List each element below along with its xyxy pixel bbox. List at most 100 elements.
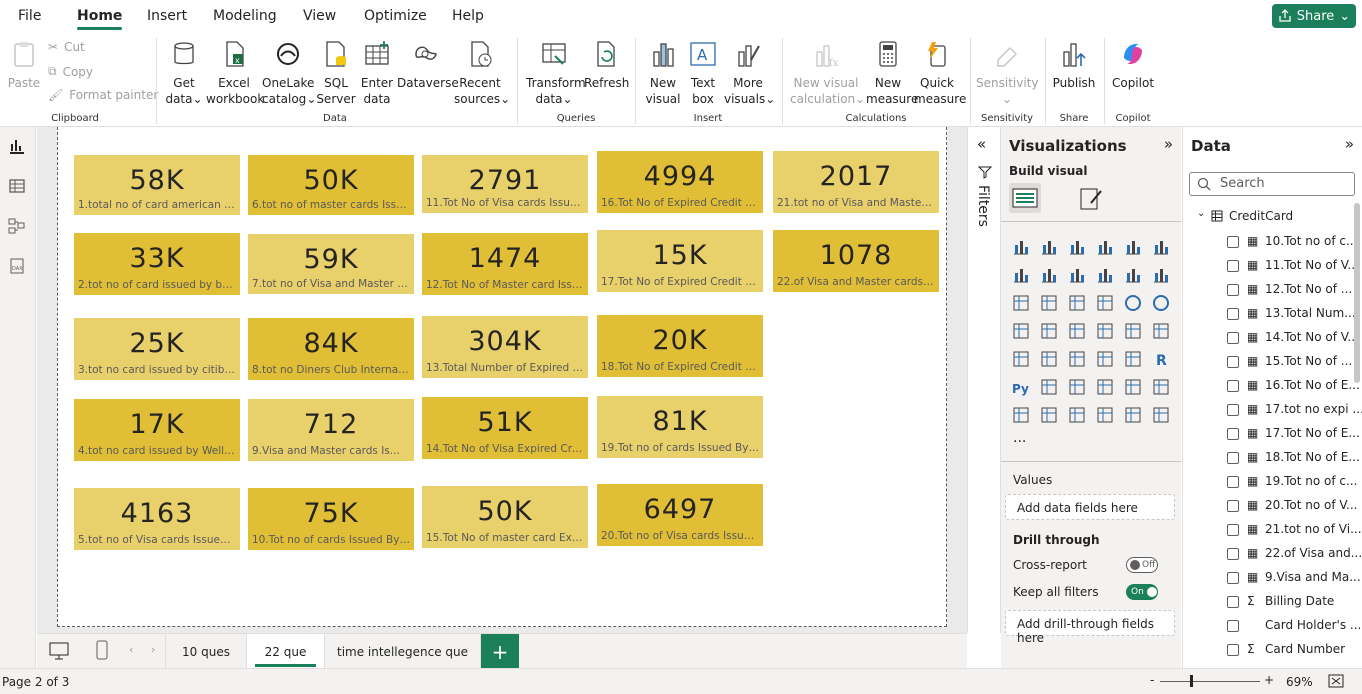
card-visual[interactable]: 58K 1.total no of card american exp... bbox=[74, 155, 240, 215]
tab-10-ques[interactable]: 10 ques bbox=[165, 634, 247, 669]
transform-data-button[interactable]: Transform data⌄ bbox=[526, 40, 586, 107]
copilot-button[interactable]: Copilot bbox=[1110, 40, 1156, 91]
card-visual[interactable]: 50K 6.tot no of master cards Issued... bbox=[248, 155, 414, 215]
filters-pane-collapsed[interactable]: « Filters bbox=[967, 127, 1001, 633]
card-visual[interactable]: 15K 17.Tot No of Expired Credit car... bbox=[597, 230, 763, 292]
python-visual-icon[interactable]: Py bbox=[1011, 377, 1031, 397]
card-visual[interactable]: 17K 4.tot no card issued by Wells F... bbox=[74, 399, 240, 461]
card-new-icon[interactable] bbox=[1039, 405, 1059, 425]
card-visual[interactable]: 33K 2.tot no of card issued by bank... bbox=[74, 233, 240, 295]
field-checkbox[interactable] bbox=[1227, 332, 1239, 344]
donut-chart-icon[interactable] bbox=[1151, 293, 1171, 313]
field-checkbox[interactable] bbox=[1227, 428, 1239, 440]
field-checkbox[interactable] bbox=[1227, 404, 1239, 416]
field-item[interactable]: 17.tot no expi ... bbox=[1265, 402, 1362, 416]
menu-help[interactable]: Help bbox=[452, 8, 484, 24]
area-chart-icon[interactable] bbox=[1039, 265, 1059, 285]
menu-home[interactable]: Home bbox=[77, 8, 123, 30]
field-checkbox[interactable] bbox=[1227, 596, 1239, 608]
chevron-down-icon[interactable]: ⌄ bbox=[1197, 208, 1205, 219]
field-item[interactable]: Card Number bbox=[1265, 642, 1345, 656]
matrix-icon[interactable] bbox=[1123, 349, 1143, 369]
clustered-bar-icon[interactable] bbox=[1067, 237, 1087, 257]
line-clustered-icon[interactable] bbox=[1151, 265, 1171, 285]
field-checkbox[interactable] bbox=[1227, 380, 1239, 392]
card-visual[interactable]: 81K 19.Tot no of cards Issued By JC... bbox=[597, 396, 763, 458]
values-well[interactable]: Add data fields here bbox=[1005, 494, 1175, 520]
keep-filters-toggle[interactable]: On bbox=[1126, 584, 1158, 600]
field-item[interactable]: 11.Tot No of V... bbox=[1265, 258, 1359, 272]
100-column-icon[interactable] bbox=[1151, 237, 1171, 257]
table-name[interactable]: CreditCard bbox=[1229, 209, 1293, 223]
field-checkbox[interactable] bbox=[1227, 452, 1239, 464]
refresh-button[interactable]: Refresh bbox=[584, 40, 629, 91]
tab-22-que[interactable]: 22 que bbox=[247, 634, 325, 669]
scrollbar[interactable] bbox=[1354, 203, 1360, 383]
cut-button[interactable]: ✂ Cut bbox=[48, 40, 85, 54]
more-visuals-ellipsis[interactable]: ... bbox=[1013, 430, 1026, 446]
chevron-left-icon[interactable]: ‹ bbox=[129, 643, 133, 656]
card-icon[interactable] bbox=[1151, 321, 1171, 341]
field-item[interactable]: 9.Visa and Ma... bbox=[1265, 570, 1361, 584]
card-visual[interactable]: 304K 13.Total Number of Expired Cr... bbox=[422, 316, 588, 378]
field-item[interactable]: 12.Tot No of ... bbox=[1265, 282, 1352, 296]
field-item[interactable]: 14.Tot No of V... bbox=[1265, 330, 1359, 344]
line-column-icon[interactable] bbox=[1123, 265, 1143, 285]
stacked-column-icon[interactable] bbox=[1039, 237, 1059, 257]
field-checkbox[interactable] bbox=[1227, 260, 1239, 272]
slicer-new-icon[interactable] bbox=[1067, 405, 1087, 425]
card-visual[interactable]: 2791 11.Tot No of Visa cards Issued ... bbox=[422, 155, 588, 213]
menu-insert[interactable]: Insert bbox=[147, 8, 187, 24]
treemap-icon[interactable] bbox=[1011, 321, 1031, 341]
azure-map-icon[interactable] bbox=[1095, 321, 1115, 341]
funnel-icon[interactable] bbox=[1067, 293, 1087, 313]
dataverse-button[interactable]: Dataverse bbox=[397, 40, 459, 91]
field-checkbox[interactable] bbox=[1227, 572, 1239, 584]
recent-sources-button[interactable]: Recent sources⌄ bbox=[454, 40, 510, 107]
collapse-right-icon[interactable]: » bbox=[1345, 135, 1354, 153]
paginated-report-icon[interactable] bbox=[1011, 405, 1031, 425]
card-visual[interactable]: 84K 8.tot no Diners Club Internatio... bbox=[248, 318, 414, 380]
field-item[interactable]: 15.Tot No of ... bbox=[1265, 354, 1352, 368]
report-view-icon[interactable] bbox=[8, 137, 26, 155]
key-influencers-icon[interactable] bbox=[1039, 377, 1059, 397]
search-input[interactable]: Search bbox=[1189, 172, 1355, 196]
field-item[interactable]: 18.Tot No of E... bbox=[1265, 450, 1360, 464]
text-box-button[interactable]: A Text box bbox=[685, 40, 721, 107]
get-data-button[interactable]: Get data⌄ bbox=[164, 40, 204, 107]
pie-chart-icon[interactable] bbox=[1123, 293, 1143, 313]
add-page-button[interactable]: + bbox=[481, 634, 519, 669]
field-item[interactable]: 21.tot no of Vi... bbox=[1265, 522, 1362, 536]
zoom-slider[interactable] bbox=[1160, 681, 1260, 682]
field-item[interactable]: 22.of Visa and... bbox=[1265, 546, 1362, 560]
menu-modeling[interactable]: Modeling bbox=[213, 8, 277, 24]
card-visual[interactable]: 50K 15.Tot No of master card Expir... bbox=[422, 486, 588, 548]
card-visual[interactable]: 1078 22.of Visa and Master cards Iss... bbox=[773, 230, 939, 292]
gauge-icon[interactable] bbox=[1123, 321, 1143, 341]
new-visual-calculation-button[interactable]: fx New visual calculation⌄ bbox=[790, 40, 865, 107]
card-visual[interactable]: 4994 16.Tot No of Expired Credit car... bbox=[597, 151, 763, 213]
format-visual-tab[interactable] bbox=[1079, 185, 1105, 214]
card-visual[interactable]: 75K 10.Tot no of cards Issued By JC... bbox=[248, 488, 414, 550]
table-icon[interactable] bbox=[1095, 349, 1115, 369]
mobile-layout-icon[interactable] bbox=[95, 640, 109, 660]
field-item[interactable]: Billing Date bbox=[1265, 594, 1334, 608]
filled-map-icon[interactable] bbox=[1067, 321, 1087, 341]
expand-left-icon[interactable]: « bbox=[977, 135, 986, 153]
card-visual[interactable]: 59K 7.tot no of Visa and Master car... bbox=[248, 234, 414, 294]
sensitivity-button[interactable]: Sensitivity ⌄ bbox=[976, 40, 1038, 107]
field-checkbox[interactable] bbox=[1227, 284, 1239, 296]
power-apps-icon[interactable] bbox=[1095, 405, 1115, 425]
collapse-right-icon[interactable]: » bbox=[1164, 135, 1173, 153]
qa-icon[interactable] bbox=[1095, 377, 1115, 397]
card-visual[interactable]: 6497 20.Tot no of Visa cards Issued ... bbox=[597, 484, 763, 546]
field-checkbox[interactable] bbox=[1227, 308, 1239, 320]
ribbon-chart-icon[interactable] bbox=[1011, 293, 1031, 313]
table-view-icon[interactable] bbox=[8, 177, 26, 195]
excel-workbook-button[interactable]: x Excel workbook bbox=[206, 40, 264, 107]
slicer-icon[interactable] bbox=[1067, 349, 1087, 369]
chevron-right-icon[interactable]: › bbox=[151, 643, 155, 656]
menu-file[interactable]: File bbox=[18, 8, 41, 24]
card-visual[interactable]: 51K 14.Tot No of Visa Expired Credi... bbox=[422, 397, 588, 459]
card-visual[interactable]: 1474 12.Tot No of Master card Issue... bbox=[422, 233, 588, 295]
